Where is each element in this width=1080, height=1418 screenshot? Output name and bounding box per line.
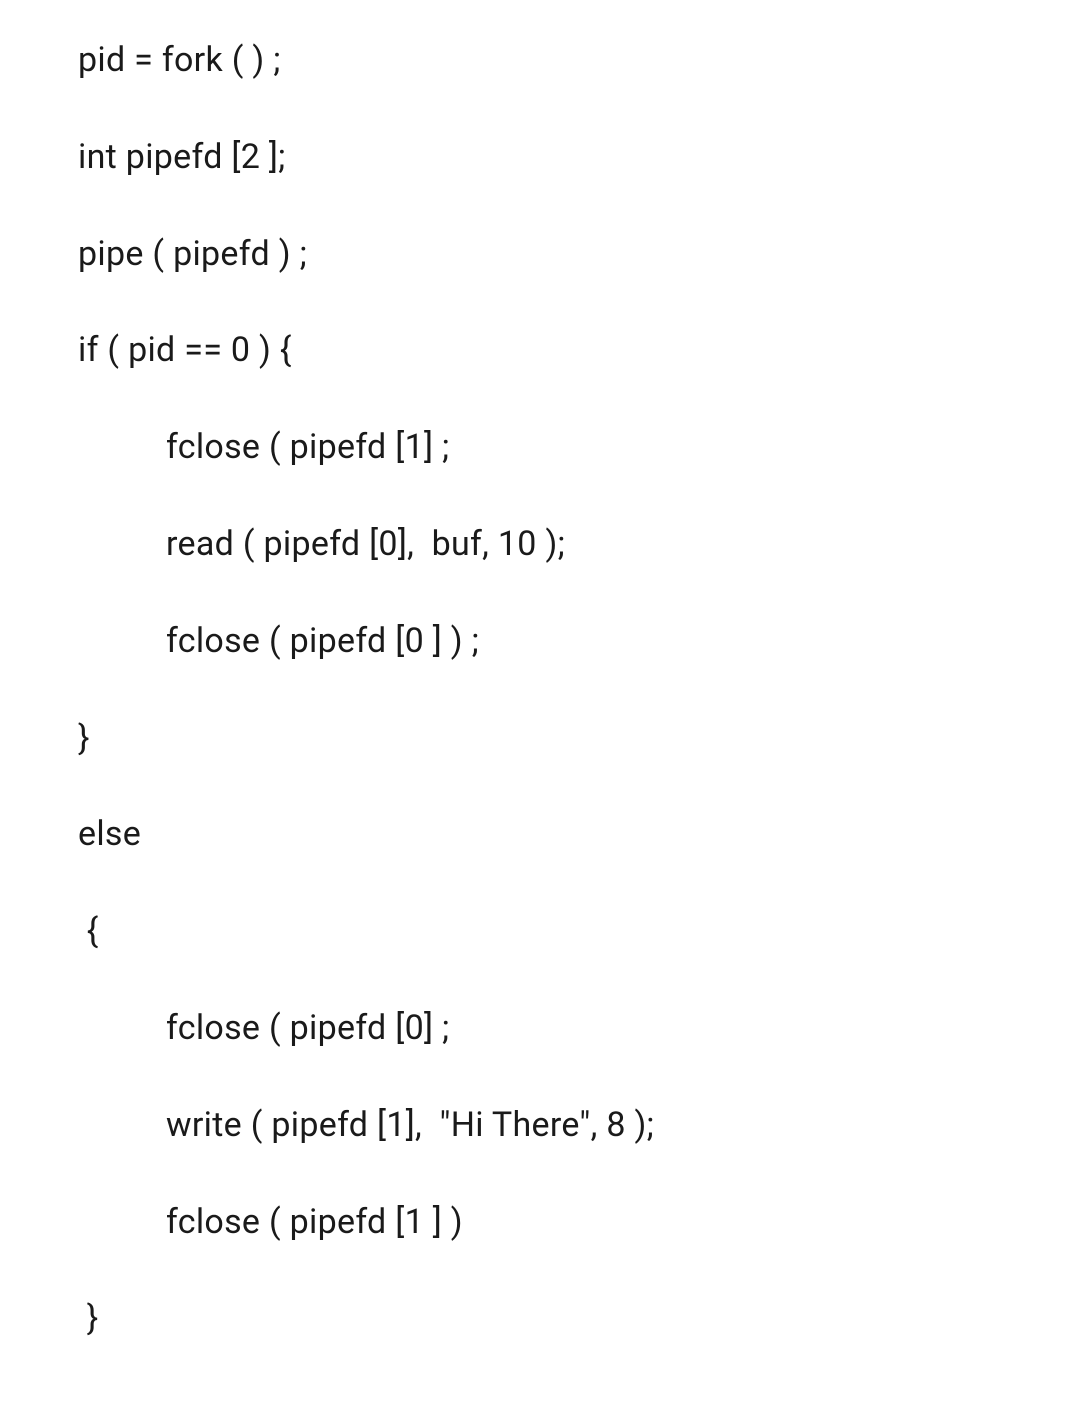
code-line-10: { [78,911,1080,952]
code-line-13: fclose ( pipefd [1 ] ) [78,1202,1080,1243]
code-line-8: } [78,718,1080,759]
code-line-14: } [78,1298,1080,1339]
code-line-6: read ( pipefd [0], buf, 10 ); [78,524,1080,565]
code-line-12: write ( pipefd [1], "Hi There", 8 ); [78,1105,1080,1146]
code-line-2: int pipefd [2 ]; [78,137,1080,178]
code-line-7: fclose ( pipefd [0 ] ) ; [78,621,1080,662]
code-line-11: fclose ( pipefd [0] ; [78,1008,1080,1049]
code-line-5: fclose ( pipefd [1] ; [78,427,1080,468]
code-line-3: pipe ( pipefd ) ; [78,234,1080,275]
code-line-4: if ( pid == 0 ) { [78,330,1080,371]
code-line-1: pid = fork ( ) ; [78,40,1080,81]
code-line-9: else [78,814,1080,855]
